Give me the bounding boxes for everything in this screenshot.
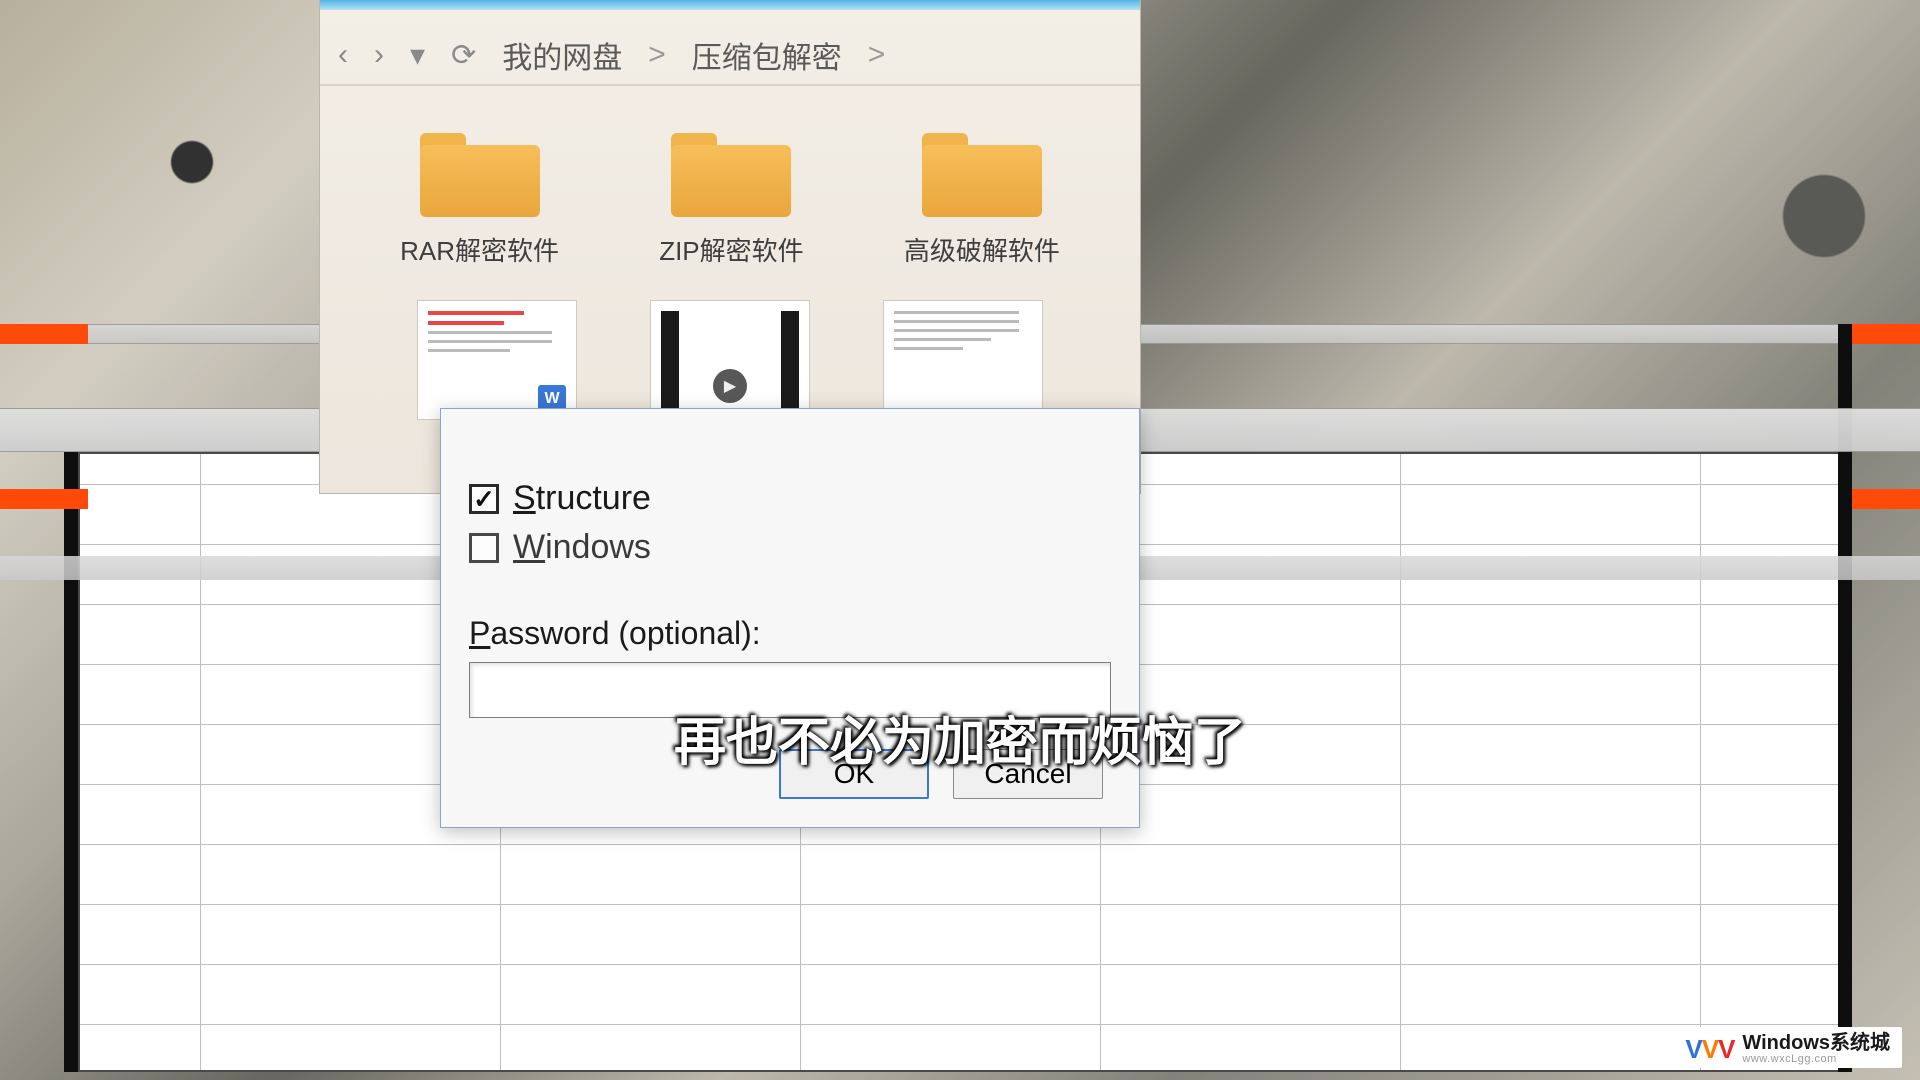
window-titlebar-edge	[320, 0, 1140, 10]
watermark-logo-icon: VVV	[1685, 1034, 1734, 1065]
folder-label: 高级破解软件	[904, 231, 1060, 268]
folder-item[interactable]: 高级破解软件	[904, 125, 1060, 268]
folder-label: ZIP解密软件	[659, 231, 803, 268]
checkbox-icon[interactable]	[469, 533, 499, 563]
file-thumbnail-video[interactable]: ▶	[650, 300, 810, 420]
structure-label: Structure	[513, 479, 651, 518]
decor-border	[64, 452, 78, 1072]
nav-refresh-icon[interactable]: ⟳	[451, 38, 476, 73]
play-icon: ▶	[713, 369, 747, 403]
folder-item[interactable]: RAR解密软件	[400, 125, 559, 268]
breadcrumb-root[interactable]: 我的网盘	[502, 33, 622, 77]
folder-icon	[671, 125, 791, 217]
file-thumbnail-doc[interactable]	[883, 300, 1043, 420]
breadcrumb-sep-icon: >	[868, 38, 886, 72]
folder-label: RAR解密软件	[400, 231, 559, 268]
watermark-title: Windows系统城	[1742, 1033, 1890, 1054]
nav-forward-icon[interactable]: ›	[374, 38, 384, 72]
windows-checkbox-row[interactable]: Windows	[469, 528, 1111, 567]
decor-orange	[0, 489, 88, 509]
watermark: VVV Windows系统城 www.wxcLgg.com	[1673, 1027, 1902, 1068]
breadcrumb-bar: ‹ › ▾ ⟳ 我的网盘 > 压缩包解密 >	[320, 26, 1140, 86]
breadcrumb-current[interactable]: 压缩包解密	[692, 33, 842, 77]
structure-checkbox-row[interactable]: Structure	[469, 479, 1111, 518]
watermark-url: www.wxcLgg.com	[1742, 1054, 1890, 1066]
decor-orange	[0, 324, 88, 344]
breadcrumb-sep-icon: >	[648, 38, 666, 72]
checkbox-icon[interactable]	[469, 484, 499, 514]
nav-dropdown-icon[interactable]: ▾	[410, 38, 425, 73]
folder-item[interactable]: ZIP解密软件	[659, 125, 803, 268]
folder-icon	[420, 125, 540, 217]
decor-orange	[1852, 489, 1920, 509]
password-label: Password (optional):	[469, 615, 1111, 652]
folder-icon	[922, 125, 1042, 217]
windows-label: Windows	[513, 528, 651, 567]
video-subtitle: 再也不必为加密而烦恼了	[674, 700, 1246, 775]
nav-back-icon[interactable]: ‹	[338, 38, 348, 72]
folder-grid: RAR解密软件 ZIP解密软件 高级破解软件	[320, 115, 1140, 268]
decor-orange	[1852, 324, 1920, 344]
